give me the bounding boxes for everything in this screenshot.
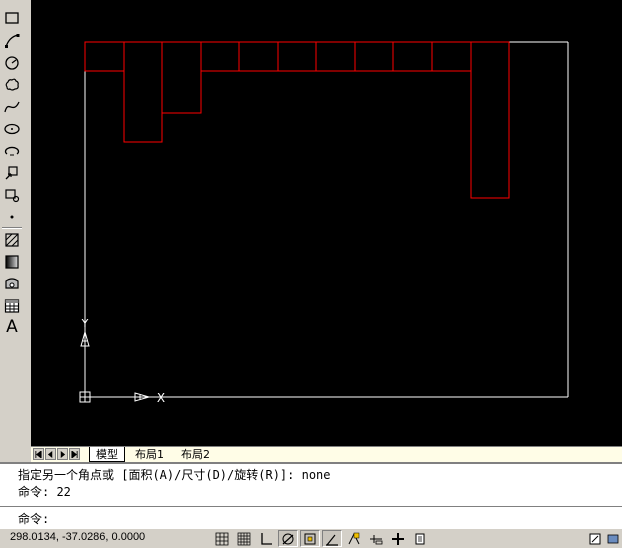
ducs-icon xyxy=(348,532,360,544)
drawing-canvas[interactable]: Y X xyxy=(31,0,622,446)
prev-arrow-icon xyxy=(47,450,53,458)
circle-icon[interactable] xyxy=(2,53,22,73)
otrack-icon xyxy=(326,534,338,546)
polar-icon xyxy=(282,533,294,544)
gradient-icon[interactable] xyxy=(2,252,22,272)
toolbar-separator xyxy=(2,227,22,229)
grid-display-button[interactable] xyxy=(234,530,254,547)
point-icon[interactable] xyxy=(2,206,22,226)
spline-icon[interactable] xyxy=(2,97,22,117)
multiline-text-icon[interactable]: A xyxy=(2,317,22,337)
first-arrow-icon xyxy=(35,450,42,458)
tab-layout2[interactable]: 布局2 xyxy=(175,447,216,462)
red-cell-row[interactable] xyxy=(84,41,510,199)
command-history-line: 指定另一个角点或 [面积(A)/尺寸(D)/旋转(R)]: none xyxy=(18,468,331,482)
red-cell-tallest[interactable] xyxy=(470,41,510,199)
next-arrow-icon xyxy=(60,450,66,458)
red-cell-medium[interactable] xyxy=(161,41,202,114)
coordinate-readout[interactable]: 298.0134, -37.0286, 0.0000 xyxy=(10,531,145,543)
snap-mode-button[interactable] xyxy=(212,530,232,547)
dyn-icon xyxy=(370,534,383,544)
region-icon[interactable] xyxy=(2,274,22,294)
rectangle-icon[interactable] xyxy=(2,8,22,28)
osnap-icon xyxy=(304,533,316,544)
red-cell[interactable] xyxy=(431,41,472,72)
quick-properties-button[interactable] xyxy=(410,530,430,547)
arc-icon[interactable] xyxy=(2,31,22,51)
red-cell[interactable] xyxy=(354,41,394,72)
next-tab-button[interactable] xyxy=(57,448,68,460)
ortho-mode-button[interactable] xyxy=(256,530,276,547)
lineweight-button[interactable] xyxy=(388,530,408,547)
ellipse-icon[interactable] xyxy=(2,119,22,139)
command-prompt[interactable]: 命令: xyxy=(18,510,49,527)
grid-icon xyxy=(237,532,251,545)
polar-tracking-button[interactable] xyxy=(278,530,298,547)
hatch-icon[interactable] xyxy=(2,230,22,250)
ucs-icon xyxy=(79,330,151,403)
last-tab-button[interactable] xyxy=(69,448,80,460)
snap-icon xyxy=(215,532,229,545)
red-cell[interactable] xyxy=(200,41,240,72)
ellipse-arc-icon[interactable] xyxy=(2,141,22,161)
clean-screen-icon xyxy=(607,534,619,543)
revision-cloud-icon[interactable] xyxy=(2,75,22,95)
layout-tabs-bar: 模型 布局1 布局2 xyxy=(31,446,622,463)
red-cell[interactable] xyxy=(238,41,279,72)
ucs-y-label: Y xyxy=(81,317,89,330)
red-cell[interactable] xyxy=(277,41,317,72)
command-divider xyxy=(0,506,622,507)
ucs-x-label: X xyxy=(157,391,165,405)
dynamic-input-button[interactable] xyxy=(366,530,386,547)
make-block-icon[interactable] xyxy=(2,185,22,205)
model-icon xyxy=(589,533,601,544)
tab-layout1[interactable]: 布局1 xyxy=(129,447,170,462)
table-icon[interactable] xyxy=(2,296,22,316)
command-history-line: 命令: 22 xyxy=(18,485,71,499)
first-tab-button[interactable] xyxy=(33,448,44,460)
prev-tab-button[interactable] xyxy=(45,448,56,460)
clean-screen-button[interactable] xyxy=(603,530,622,547)
dynamic-ucs-button[interactable] xyxy=(344,530,364,547)
red-cell[interactable] xyxy=(392,41,433,72)
red-cell[interactable] xyxy=(84,41,125,72)
red-cell[interactable] xyxy=(315,41,356,72)
insert-block-icon[interactable] xyxy=(2,163,22,183)
object-snap-button[interactable] xyxy=(300,530,320,547)
lwt-icon xyxy=(392,532,404,545)
last-arrow-icon xyxy=(71,450,78,458)
drawing-svg: Y X xyxy=(79,41,569,405)
object-snap-tracking-button[interactable] xyxy=(322,530,342,547)
command-window[interactable]: 指定另一个角点或 [面积(A)/尺寸(D)/旋转(R)]: none 命令: 2… xyxy=(0,462,622,528)
multiline-text-glyph: A xyxy=(6,316,18,337)
qp-icon xyxy=(415,533,425,544)
model-space-button[interactable] xyxy=(585,530,605,547)
red-cell-tall[interactable] xyxy=(123,41,163,143)
status-bar: 298.0134, -37.0286, 0.0000 xyxy=(0,528,622,548)
draw-toolbar: A xyxy=(0,0,25,338)
ortho-icon xyxy=(261,532,272,545)
tab-model[interactable]: 模型 xyxy=(89,447,125,462)
